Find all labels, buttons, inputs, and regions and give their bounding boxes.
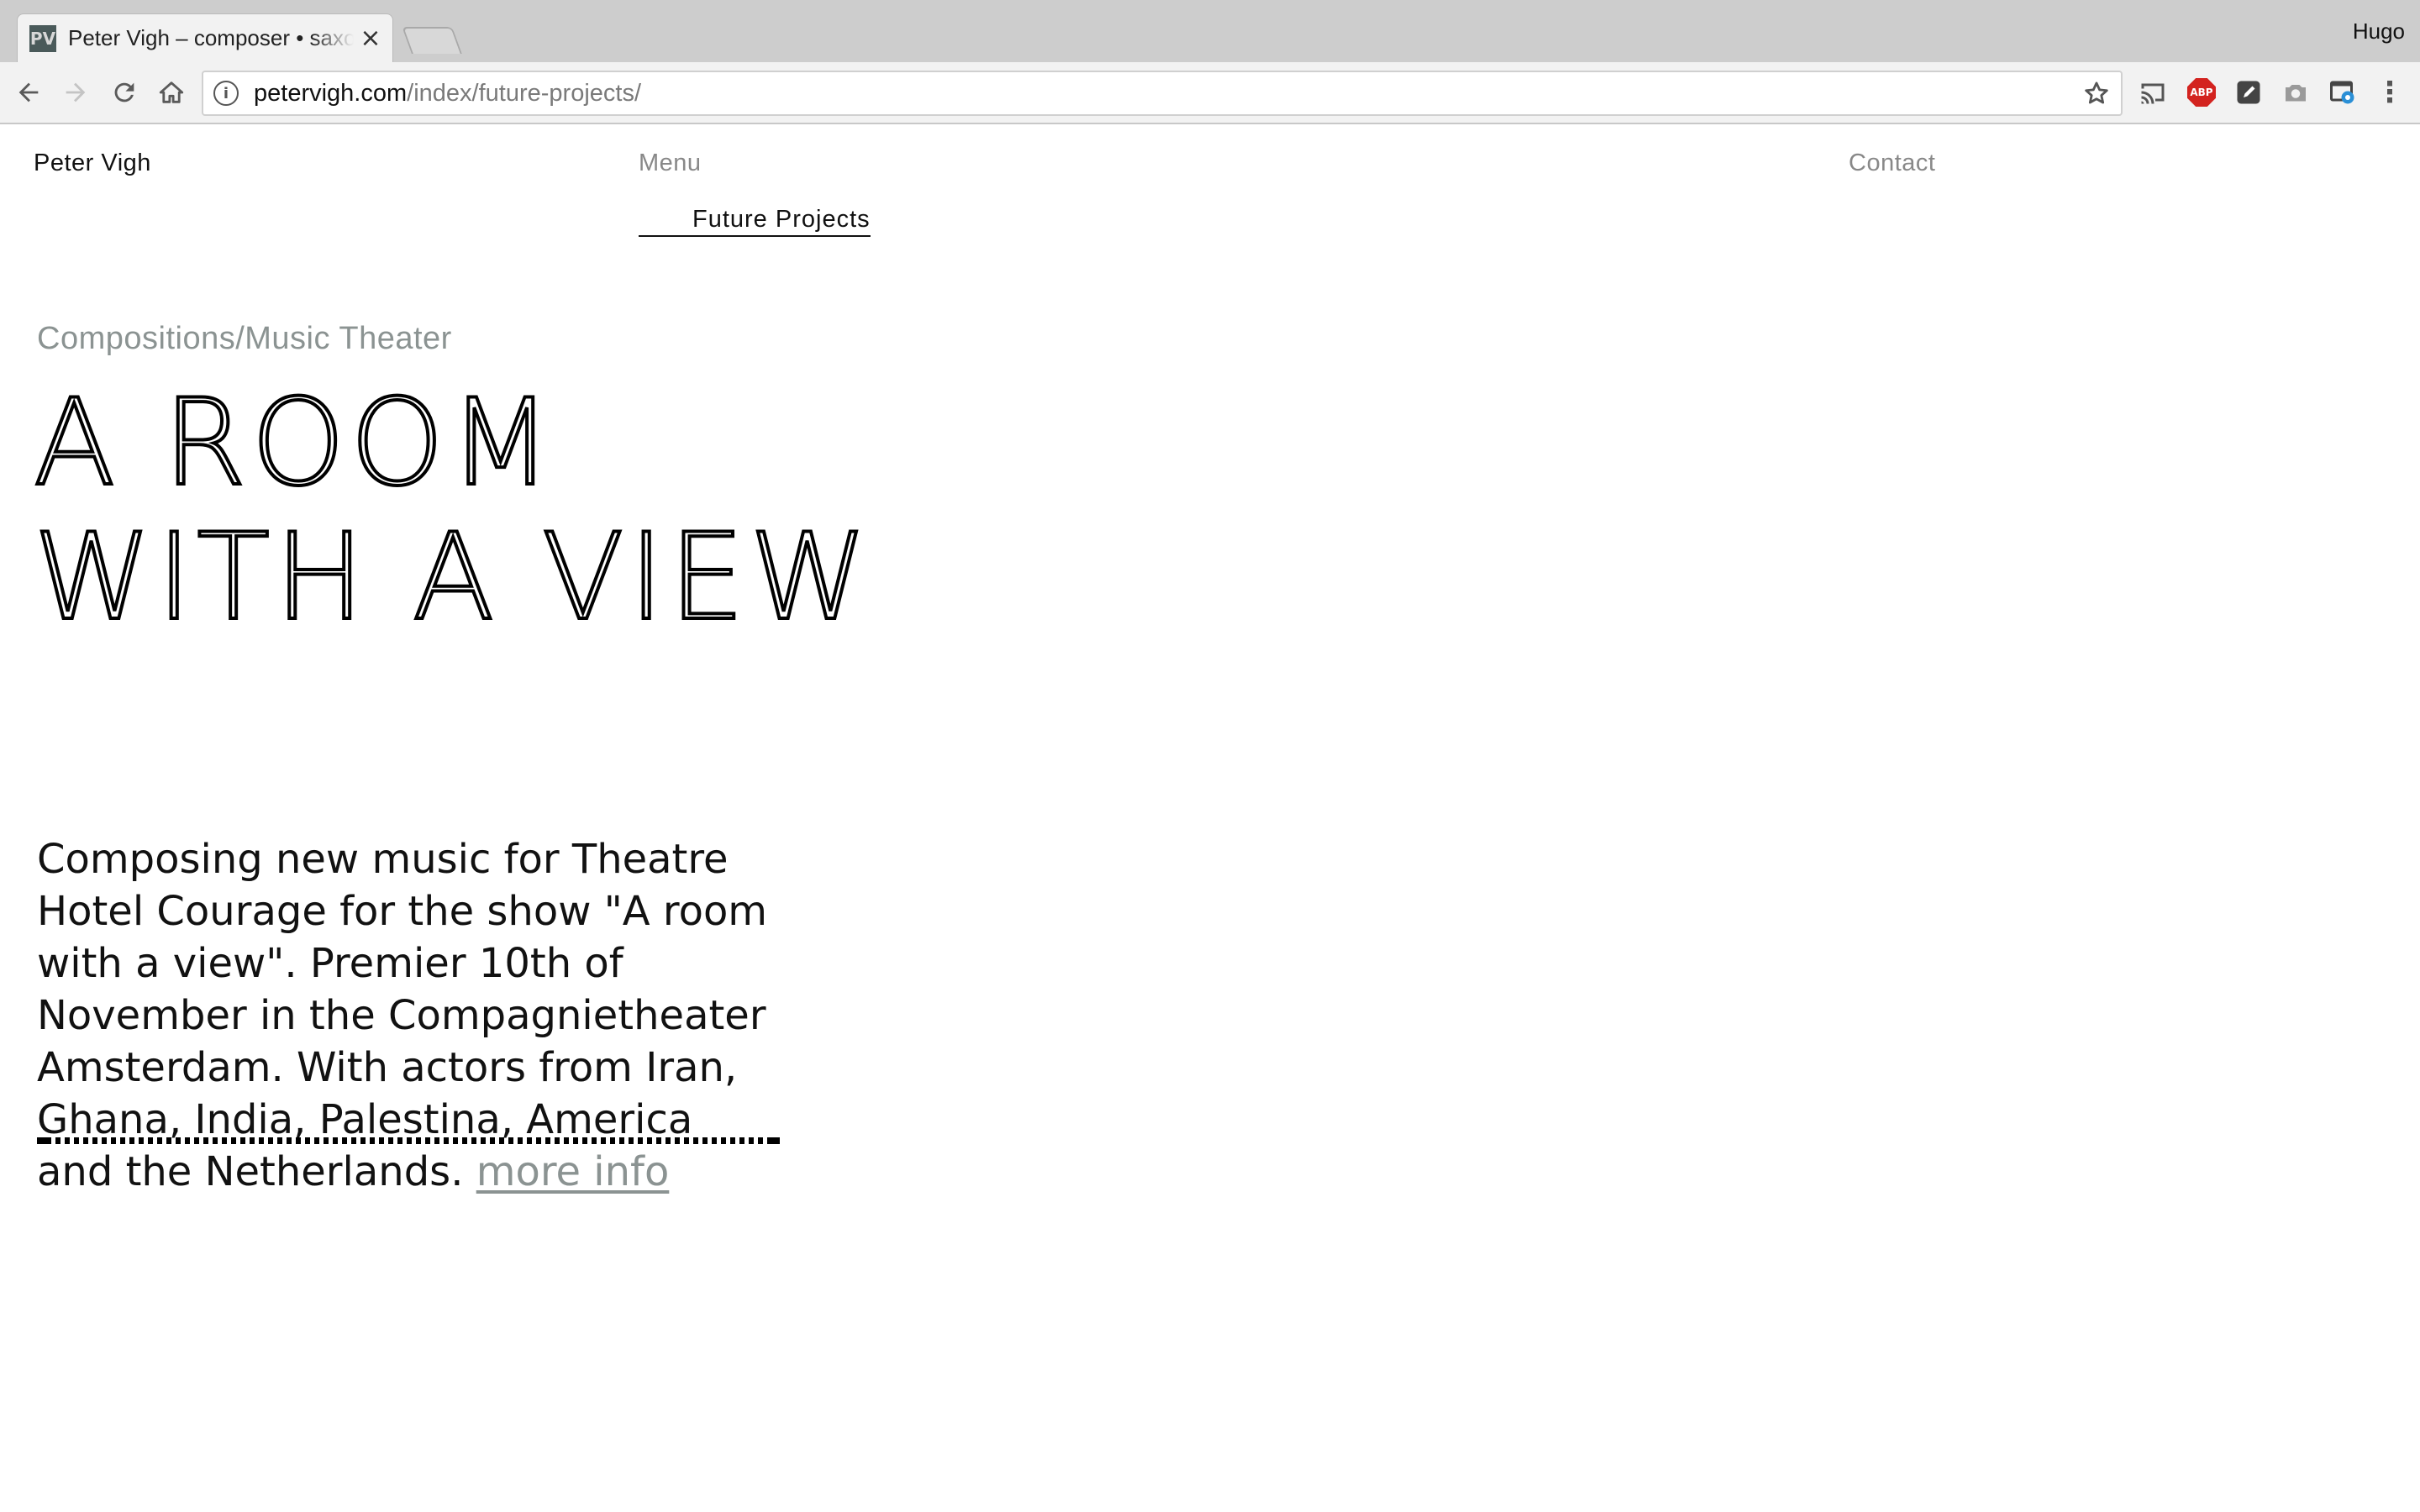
contact-link[interactable]: Contact <box>1849 150 1935 177</box>
browser-profile-name[interactable]: Hugo <box>2353 18 2405 45</box>
dotted-divider <box>37 1137 780 1144</box>
address-host: petervigh.com <box>254 79 408 107</box>
address-path: /index/future-projects/ <box>407 79 642 107</box>
current-section-link[interactable]: Future Projects <box>639 205 871 237</box>
pen-extension-button[interactable] <box>2232 76 2265 109</box>
cast-icon <box>2141 83 2165 104</box>
home-button[interactable] <box>150 71 193 114</box>
forward-button[interactable] <box>54 71 97 114</box>
capture-extension-button[interactable] <box>2326 76 2360 109</box>
home-icon <box>159 81 184 103</box>
site-home-link[interactable]: Peter Vigh <box>34 150 151 177</box>
back-button[interactable] <box>7 71 50 114</box>
menu-link[interactable]: Menu <box>639 150 702 177</box>
project-category: Compositions/Music Theater <box>37 321 452 356</box>
browser-menu-button[interactable]: ⋮ <box>2373 76 2407 109</box>
web-page: Peter Vigh Menu Contact Future Projects … <box>0 126 2420 1512</box>
tab-close-icon[interactable]: × <box>359 24 382 53</box>
new-tab-button[interactable] <box>402 27 462 54</box>
forward-arrow-icon <box>66 82 86 102</box>
project-title-line-2: WITH A VIEW <box>32 508 873 647</box>
site-favicon-icon: PV <box>29 24 56 52</box>
back-arrow-icon <box>18 82 39 102</box>
reload-icon <box>114 82 134 102</box>
more-info-link[interactable]: more info <box>476 1148 670 1195</box>
site-info-icon[interactable]: i <box>213 81 239 106</box>
project-title-line-1: A ROOM <box>32 374 557 512</box>
camera-icon <box>2286 85 2306 102</box>
browser-tabstrip: PV Peter Vigh – composer • saxophonist ×… <box>0 0 2420 62</box>
tab-title: Peter Vigh – composer • saxophonist <box>68 25 354 50</box>
bookmark-star-icon[interactable] <box>2082 79 2111 108</box>
address-bar[interactable]: i petervigh.com/index/future-projects/ <box>202 71 2123 116</box>
adblock-extension-button[interactable]: ABP <box>2185 76 2218 109</box>
reload-button[interactable] <box>103 71 146 114</box>
browser-tab-active[interactable]: PV Peter Vigh – composer • saxophonist × <box>17 13 393 62</box>
window-capture-icon <box>2330 81 2354 104</box>
pen-extension-icon <box>2237 81 2260 104</box>
kebab-menu-icon: ⋮ <box>2375 76 2404 109</box>
project-title: A ROOM WITH A VIEW <box>32 374 874 647</box>
browser-toolbar: i petervigh.com/index/future-projects/ A… <box>0 62 2420 124</box>
cast-button[interactable] <box>2136 76 2170 109</box>
screenshot-extension-button[interactable] <box>2279 76 2312 109</box>
adblock-plus-icon: ABP <box>2187 78 2216 107</box>
